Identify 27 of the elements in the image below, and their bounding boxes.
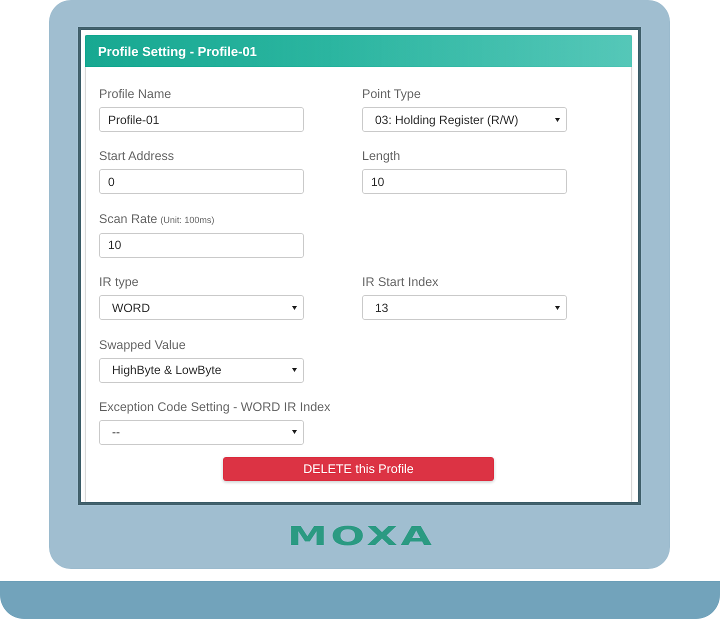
field-label: Profile Name bbox=[99, 86, 172, 102]
field-label: Length bbox=[362, 148, 400, 164]
caret-icon bbox=[292, 430, 297, 434]
caret-icon bbox=[292, 368, 297, 372]
delete-button[interactable]: DELETE this Profile bbox=[223, 456, 494, 481]
text-field[interactable]: Profile-01 bbox=[99, 107, 304, 132]
dropdown[interactable]: 03: Holding Register (R/W) bbox=[362, 107, 567, 132]
caret-icon bbox=[555, 118, 560, 122]
panel-title: Profile Setting - Profile-01 bbox=[98, 44, 257, 58]
field-label: Swapped Value bbox=[99, 336, 186, 353]
caret-icon bbox=[292, 306, 297, 310]
field-label: Scan Rate bbox=[99, 210, 158, 227]
text-field[interactable]: 10 bbox=[362, 169, 567, 194]
text-field[interactable]: 10 bbox=[99, 232, 304, 258]
dropdown[interactable]: 13 bbox=[362, 295, 567, 320]
dropdown[interactable]: -- bbox=[99, 420, 304, 445]
unit-note: (Unit: 100ms) bbox=[160, 214, 214, 227]
field-label: Start Address bbox=[99, 148, 174, 164]
field-label: Point Type bbox=[362, 86, 421, 102]
dropdown[interactable]: WORD bbox=[99, 295, 304, 320]
field-label: Exception Code Setting - WORD IR Index bbox=[99, 398, 330, 415]
field-label: IR Start Index bbox=[362, 274, 438, 290]
field-label: IR type bbox=[99, 274, 139, 290]
text-field[interactable]: 0 bbox=[99, 169, 304, 194]
caret-icon bbox=[555, 306, 560, 310]
brand-logo: MOXA bbox=[286, 526, 435, 548]
dropdown[interactable]: HighByte & LowByte bbox=[99, 358, 304, 383]
